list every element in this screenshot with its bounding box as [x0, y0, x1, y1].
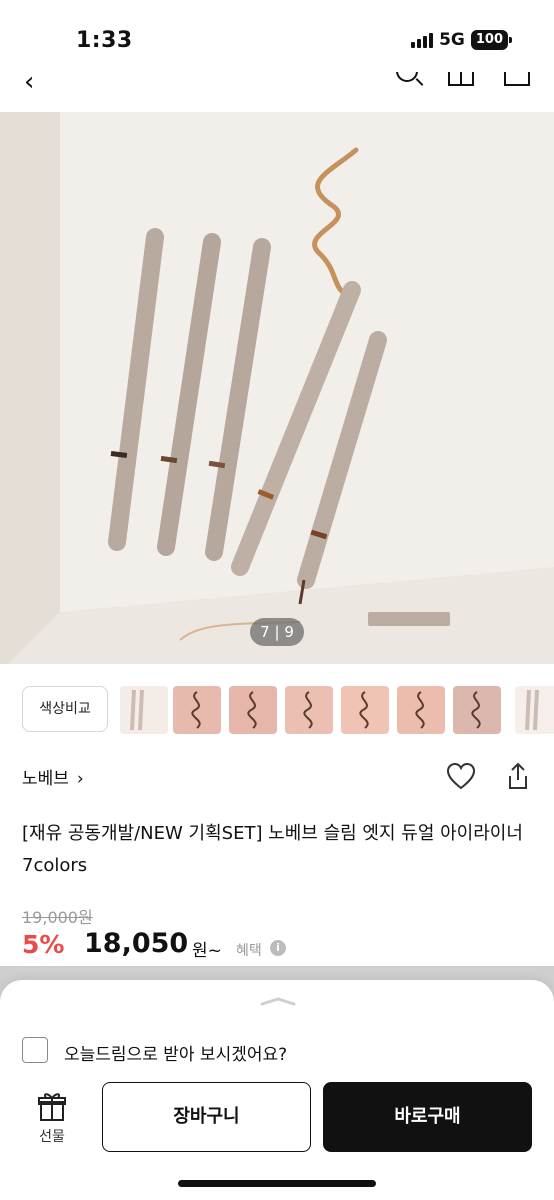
search-icon[interactable]: [396, 72, 418, 82]
thumb-swatch-4[interactable]: [341, 686, 389, 734]
thumb-swatch-2[interactable]: [229, 686, 277, 734]
color-compare-button[interactable]: 색상비교: [22, 686, 108, 732]
add-to-cart-button[interactable]: 장바구니: [102, 1082, 311, 1152]
heart-icon[interactable]: [446, 762, 476, 790]
status-time: 1:33: [76, 28, 133, 53]
cart-icon[interactable]: [504, 72, 530, 86]
today-delivery-label[interactable]: 오늘드림으로 받아 보시겠어요?: [64, 1040, 287, 1065]
gift-button[interactable]: 선물: [24, 1090, 80, 1146]
brand-name: 노베브: [22, 769, 69, 789]
pager-current: 7: [260, 623, 270, 641]
buy-now-button[interactable]: 바로구매: [323, 1082, 532, 1152]
discount-rate: 5%: [22, 930, 65, 959]
thumb-swatch-5[interactable]: [397, 686, 445, 734]
sale-price: 18,050: [84, 928, 189, 959]
today-delivery-checkbox[interactable]: [22, 1037, 48, 1063]
product-image[interactable]: [0, 112, 554, 664]
thumb-pencil-2[interactable]: [515, 686, 554, 734]
image-pager: 7 | 9: [250, 618, 304, 646]
original-price: 19,000원: [22, 908, 93, 927]
thumb-swatch-6[interactable]: [453, 686, 501, 734]
thumb-swatch-3[interactable]: [285, 686, 333, 734]
product-title: [재유 공동개발/NEW 기획SET] 노베브 슬림 엣지 듀얼 아이라이너 7…: [22, 823, 523, 876]
price-unit: 원~: [192, 941, 222, 961]
thumb-pencil-1[interactable]: [120, 686, 168, 734]
signal-icon: [411, 32, 434, 48]
battery-icon: 100: [470, 30, 513, 50]
product-photo-illustration: [0, 112, 554, 664]
share-icon[interactable]: [506, 762, 530, 790]
status-bar: 1:33 5G 100: [0, 0, 554, 72]
color-thumbnail-row: 색상비교: [0, 664, 554, 756]
status-indicators: 5G 100: [411, 30, 513, 50]
info-icon[interactable]: i: [270, 940, 286, 956]
gift-icon: [38, 1093, 66, 1121]
benefit-label[interactable]: 혜택: [236, 940, 262, 960]
chevron-up-icon[interactable]: [258, 996, 298, 1006]
home-icon[interactable]: [448, 72, 474, 86]
top-nav: ‹: [0, 72, 554, 112]
network-type: 5G: [439, 30, 465, 50]
home-indicator: [178, 1180, 376, 1187]
thumb-swatch-1[interactable]: [173, 686, 221, 734]
pager-total: 9: [284, 623, 294, 641]
brand-link[interactable]: 노베브 ›: [22, 764, 84, 789]
pager-separator: |: [274, 623, 280, 641]
chevron-right-icon: ›: [76, 769, 84, 789]
gift-label: 선물: [39, 1129, 65, 1145]
back-icon[interactable]: ‹: [24, 72, 34, 95]
